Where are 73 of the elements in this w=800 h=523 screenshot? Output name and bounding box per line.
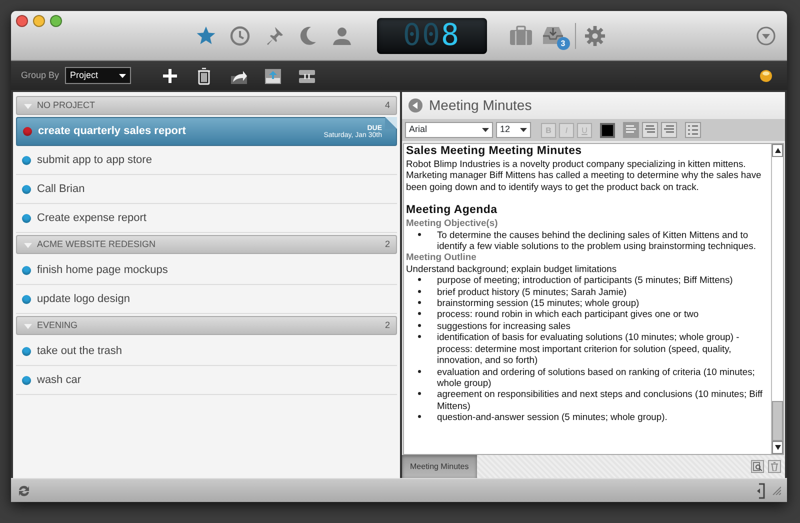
- resize-grip-icon[interactable]: [772, 486, 781, 495]
- task-row[interactable]: submit app to app store: [16, 146, 397, 175]
- list-item-text: To determine the causes behind the declining sales of Kitten Mittens and to identify a few viable solutions to the problem using brainstorming techniques.: [437, 228, 757, 252]
- zoom-button[interactable]: [50, 15, 62, 27]
- scroll-down-icon: [774, 445, 780, 450]
- preview-icon[interactable]: [753, 462, 762, 471]
- font-size-select[interactable]: 12: [496, 122, 531, 138]
- list-item-text: evaluation and ordering of solutions based on ranking of criteria (10 minutes; whole group): [437, 366, 756, 388]
- align-right-icon[interactable]: [664, 125, 674, 135]
- minimize-button[interactable]: [33, 15, 45, 27]
- list-item-text: identification of basis for evaluating solutions (10 minutes; whole group) -process: determine most important criterion for solution (speed, quality, innovation, and so forth): [437, 331, 740, 366]
- scroll-thumb[interactable]: [772, 401, 783, 441]
- bullet-icon: [418, 301, 421, 304]
- bullet-icon: [418, 232, 421, 236]
- caret-icon[interactable]: [520, 128, 527, 132]
- subheading-text: Meeting Outline: [406, 251, 478, 263]
- list-item-text: process: round robin in which each participant gives one or two: [437, 308, 699, 320]
- inbox-icon[interactable]: [540, 24, 564, 46]
- task-row[interactable]: Create expense report: [16, 204, 397, 233]
- counter-display: 008: [376, 18, 486, 54]
- page-curl-icon: [385, 117, 397, 129]
- text-color-swatch[interactable]: [600, 122, 615, 138]
- task-row[interactable]: take out the trash: [16, 337, 397, 366]
- task-row[interactable]: update logo design: [16, 285, 397, 314]
- bullet-icon: [418, 290, 421, 293]
- paragraph-text: Robot Blimp Industries is a novelty product company specializing in kitten mittens. Marketing manager Biff Mittens has called a meeting to determine why the sales have been going down and to identify ways to get the product back on track.: [406, 158, 762, 192]
- bullet-icon: [418, 324, 421, 327]
- dropdown-icon[interactable]: [756, 26, 776, 46]
- section-header[interactable]: NO PROJECT 4: [16, 96, 397, 115]
- caret-icon[interactable]: [119, 74, 126, 78]
- scroll-up-icon: [774, 148, 780, 153]
- list-item-text: brainstorming session (15 minutes; whole group): [437, 297, 640, 308]
- bullet-icon: [418, 392, 421, 396]
- list-item-text: question-and-answer session (5 minutes; whole group).: [437, 411, 668, 423]
- status-light-icon: [759, 68, 773, 82]
- task-row[interactable]: Call Brian: [16, 175, 397, 204]
- sync-icon[interactable]: [17, 484, 31, 498]
- paragraph-text: Understand background; explain budget limitations: [406, 262, 618, 274]
- caret-icon[interactable]: [482, 128, 489, 132]
- briefcase-icon[interactable]: [508, 24, 532, 46]
- bullet-icon: [418, 415, 421, 418]
- group-by-select[interactable]: Project: [65, 67, 132, 84]
- note-title: Meeting Minutes: [429, 96, 532, 115]
- subheading-text: Meeting Objective(s): [406, 217, 499, 229]
- upload-icon[interactable]: [264, 66, 282, 84]
- bullet-icon: [418, 335, 421, 338]
- bullet-icon: [418, 278, 421, 282]
- align-center-icon[interactable]: [645, 125, 655, 135]
- group-by-label: Group By: [21, 68, 60, 82]
- task-row[interactable]: finish home page mockups: [16, 256, 397, 285]
- settings-icon[interactable]: [584, 24, 606, 46]
- heading-text: Meeting Agenda: [406, 204, 498, 218]
- bullet-icon: [418, 312, 421, 316]
- close-button[interactable]: [16, 15, 28, 27]
- section-header[interactable]: EVENING 2: [16, 316, 397, 335]
- heading-text: Sales Meeting Meeting Minutes: [406, 145, 583, 158]
- person-icon[interactable]: [330, 24, 352, 46]
- bullet-icon: [418, 370, 421, 372]
- font-select[interactable]: Arial: [405, 122, 493, 138]
- align-left-icon[interactable]: [626, 125, 636, 135]
- list-item-text: agreement on responsibilities and next steps and conclusions (10 minutes; Biff Mittens): [437, 388, 764, 412]
- list-item-text: suggestions for increasing sales: [437, 320, 570, 332]
- section-header[interactable]: ACME WEBSITE REDESIGN 2: [16, 235, 397, 254]
- back-icon[interactable]: [408, 98, 423, 113]
- clock-icon[interactable]: [228, 24, 250, 46]
- exit-icon[interactable]: [756, 482, 766, 498]
- list-icon[interactable]: [688, 125, 698, 135]
- note-tab[interactable]: Meeting Minutes: [402, 455, 477, 478]
- star-icon[interactable]: [194, 24, 216, 46]
- task-row[interactable]: wash car: [16, 366, 397, 395]
- scrollbar[interactable]: [771, 144, 783, 454]
- list-item-text: purpose of meeting; introduction of participants (5 minutes; Biff Mittens): [437, 274, 733, 286]
- list-item-text: brief product history (5 minutes; Sarah Jamie): [437, 286, 627, 298]
